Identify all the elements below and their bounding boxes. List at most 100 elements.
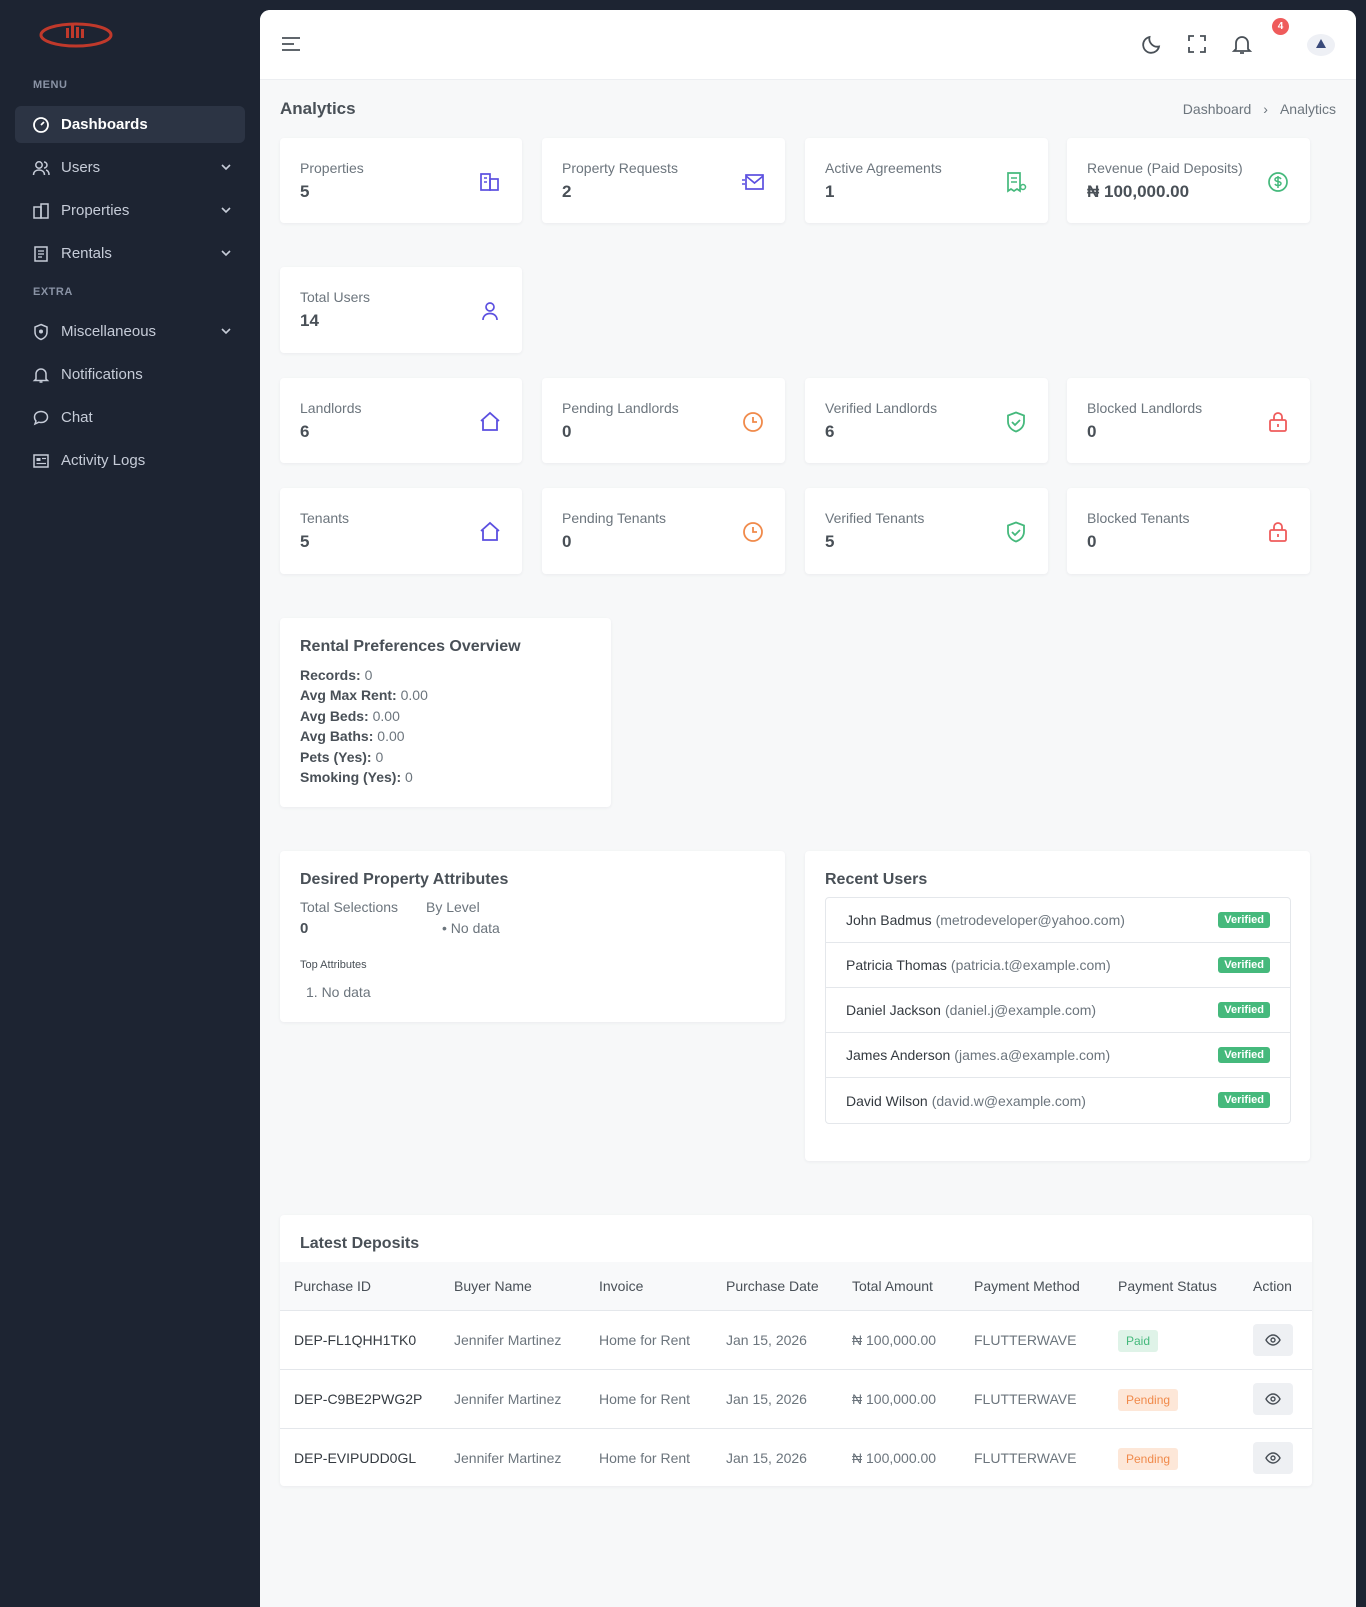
- extra-section-title: EXTRA: [33, 286, 73, 298]
- stat-label: Tenants: [300, 510, 350, 526]
- column-header[interactable]: Buyer Name: [440, 1262, 585, 1311]
- list-item[interactable]: David Wilson (david.w@example.com) Verif…: [826, 1078, 1290, 1123]
- stat-card-property-requests: Property Requests 2: [542, 138, 785, 223]
- list-item[interactable]: Daniel Jackson (daniel.j@example.com) Ve…: [826, 988, 1290, 1033]
- user-name: David Wilson: [846, 1092, 928, 1109]
- avatar[interactable]: [1307, 34, 1335, 56]
- stat-card-tenants: Tenants 5: [280, 488, 522, 574]
- rental-preferences-card: Rental Preferences Overview Records: 0 A…: [280, 618, 611, 807]
- notification-count-badge: 4: [1272, 18, 1289, 35]
- sidebar-item-label: Dashboards: [61, 116, 148, 133]
- mail-send-icon: [742, 174, 764, 190]
- stat-label: Pending Landlords: [562, 400, 679, 416]
- user-email: (metrodeveloper@yahoo.com): [935, 912, 1125, 928]
- sidebar-item-chat[interactable]: Chat: [15, 399, 245, 436]
- column-header[interactable]: Invoice: [585, 1262, 712, 1311]
- action-cell: [1239, 1428, 1312, 1487]
- rental-preferences-title: Rental Preferences Overview: [300, 638, 521, 655]
- page-title: Analytics: [280, 99, 356, 118]
- menu-toggle-icon[interactable]: [280, 33, 302, 55]
- user-email: (daniel.j@example.com): [944, 1002, 1097, 1018]
- gauge-icon: [32, 116, 50, 134]
- sidebar-item-activity-logs[interactable]: Activity Logs: [15, 442, 245, 479]
- user-name: Daniel Jackson: [846, 1002, 941, 1018]
- column-header[interactable]: Payment Status: [1104, 1262, 1239, 1311]
- buyer-name: Jennifer Martinez: [440, 1310, 585, 1370]
- user-email: (patricia.t@example.com): [950, 957, 1111, 973]
- purchase-date: Jan 15, 2026: [726, 1449, 807, 1466]
- sidebar-item-dashboards[interactable]: Dashboards: [15, 106, 245, 143]
- chat-bubble-icon: [32, 409, 50, 427]
- brand-logo[interactable]: [38, 20, 114, 50]
- sidebar-item-rentals[interactable]: Rentals: [15, 235, 245, 272]
- status-badge: Verified: [1218, 1047, 1270, 1063]
- table-header-row: Purchase ID Buyer Name Invoice Purchase …: [280, 1262, 1312, 1311]
- top-attributes-item: 1. No data: [306, 984, 371, 1000]
- breadcrumb-link-dashboard[interactable]: Dashboard: [1183, 101, 1252, 117]
- stat-card-blocked-landlords: Blocked Landlords 0: [1067, 378, 1310, 463]
- fullscreen-icon[interactable]: [1185, 32, 1209, 56]
- total-amount: ₦ 100,000.00: [838, 1310, 960, 1370]
- status-badge: Paid: [1118, 1329, 1159, 1352]
- stat-value: 5: [300, 182, 310, 201]
- table-row: DEP-FL1QHH1TK0 Jennifer Martinez Home fo…: [280, 1310, 1312, 1370]
- view-button[interactable]: [1253, 1323, 1293, 1356]
- buyer-name: Jennifer Martinez: [440, 1369, 585, 1429]
- sidebar-item-label: Notifications: [61, 366, 143, 383]
- bell-icon[interactable]: [1230, 32, 1254, 56]
- sidebar-item-notifications[interactable]: Notifications: [15, 356, 245, 393]
- column-header[interactable]: Purchase ID: [280, 1262, 440, 1311]
- home-icon: [480, 411, 500, 431]
- stat-label: Revenue (Paid Deposits): [1087, 160, 1243, 176]
- latest-deposits-title: Latest Deposits: [300, 1235, 420, 1252]
- list-item[interactable]: John Badmus (metrodeveloper@yahoo.com) V…: [826, 898, 1290, 943]
- payment-status-cell: Paid: [1104, 1310, 1239, 1370]
- stat-card-verified-landlords: Verified Landlords 6: [805, 378, 1048, 463]
- status-badge: Verified: [1218, 1002, 1270, 1018]
- action-cell: [1239, 1369, 1312, 1429]
- list-item[interactable]: James Anderson (james.a@example.com) Ver…: [826, 1033, 1290, 1078]
- building-icon: [480, 173, 499, 191]
- column-header[interactable]: Purchase Date: [712, 1262, 838, 1311]
- stat-card-active-agreements: Active Agreements 1: [805, 138, 1048, 223]
- column-header: Action: [1239, 1262, 1312, 1311]
- payment-method: FLUTTERWAVE: [974, 1449, 1077, 1466]
- view-button[interactable]: [1253, 1382, 1293, 1415]
- table-row: DEP-C9BE2PWG2P Jennifer Martinez Home fo…: [280, 1369, 1312, 1429]
- purchase-id: DEP-FL1QHH1TK0: [280, 1310, 440, 1370]
- stat-card-landlords: Landlords 6: [280, 378, 522, 463]
- moon-icon[interactable]: [1140, 32, 1164, 56]
- lock-icon: [1269, 522, 1287, 542]
- column-header[interactable]: Total Amount: [838, 1262, 960, 1311]
- desired-attributes-title: Desired Property Attributes: [300, 871, 509, 888]
- view-button[interactable]: [1253, 1441, 1293, 1474]
- stat-card-pending-tenants: Pending Tenants 0: [542, 488, 785, 574]
- sidebar-item-miscellaneous[interactable]: Miscellaneous: [15, 313, 245, 350]
- sidebar-item-properties[interactable]: Properties: [15, 192, 245, 229]
- pref-records: Records: 0: [300, 667, 373, 683]
- sidebar-item-label: Chat: [61, 409, 93, 426]
- stat-card-total-users: Total Users 14: [280, 267, 522, 353]
- stat-card-revenue: Revenue (Paid Deposits) ₦ 100,000.00: [1067, 138, 1310, 223]
- list-item[interactable]: Patricia Thomas (patricia.t@example.com)…: [826, 943, 1290, 988]
- stat-label: Blocked Landlords: [1087, 400, 1203, 416]
- receipt-icon: [1007, 172, 1027, 193]
- chevron-down-icon: [221, 207, 231, 214]
- stat-value: 1: [825, 182, 835, 201]
- stat-label: Verified Landlords: [825, 400, 938, 416]
- status-badge: Verified: [1218, 1092, 1270, 1108]
- clock-icon: [743, 412, 763, 432]
- sidebar-item-users[interactable]: Users: [15, 149, 245, 186]
- newspaper-icon: [32, 452, 50, 470]
- stat-label: Landlords: [300, 400, 362, 416]
- column-header[interactable]: Payment Method: [960, 1262, 1104, 1311]
- recent-users-title: Recent Users: [825, 871, 928, 888]
- user-email: (james.a@example.com): [954, 1047, 1111, 1063]
- pref-pets: Pets (Yes): 0: [300, 749, 384, 765]
- shield-check-icon: [1007, 521, 1025, 543]
- chevron-down-icon: [221, 164, 231, 171]
- stat-card-properties: Properties 5: [280, 138, 522, 223]
- purchase-date: Jan 15, 2026: [712, 1310, 838, 1370]
- user-email: (david.w@example.com): [931, 1092, 1086, 1109]
- shield-star-icon: [32, 323, 50, 341]
